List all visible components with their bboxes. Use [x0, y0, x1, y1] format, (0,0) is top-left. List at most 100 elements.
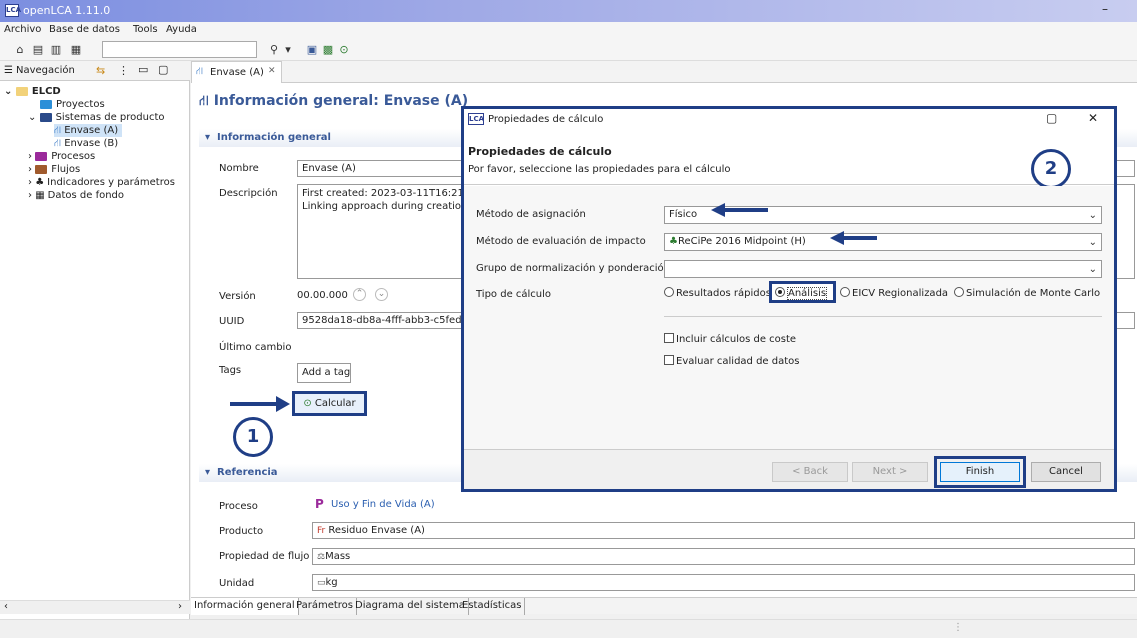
unit-icon: ▭ — [317, 578, 326, 588]
propiedad-field[interactable]: ⚖Mass — [312, 548, 1135, 565]
tab-envase-a[interactable]: ⛙ Envase (A) ✕ — [191, 61, 282, 83]
check-calidad-datos[interactable]: Evaluar calidad de datos — [664, 355, 800, 367]
scroll-left-icon[interactable]: ‹ — [4, 601, 8, 612]
annotation-step-1: 1 — [233, 417, 273, 457]
add-tag-button[interactable]: Add a tag — [297, 363, 351, 383]
label-proceso: Proceso — [219, 501, 258, 512]
label-tipo: Tipo de cálculo — [476, 289, 552, 300]
menu-tools[interactable]: Tools — [133, 24, 158, 35]
label-ultimo-cambio: Último cambio — [219, 342, 292, 353]
chevron-down-icon[interactable]: ▾ — [205, 129, 210, 147]
tree-item-envase-a[interactable]: ⛙ Envase (A) — [54, 124, 123, 137]
dropdown-icon[interactable]: ▾ — [282, 44, 294, 56]
search-icon[interactable]: ⚲ — [268, 44, 280, 56]
tree-item-datos-de-fondo[interactable]: › ▦ Datos de fondo — [28, 189, 124, 202]
normalizacion-select[interactable]: ⌄ — [664, 260, 1102, 278]
radio-analisis[interactable]: Análisis — [775, 287, 828, 300]
scroll-right-icon[interactable]: › — [178, 601, 182, 612]
calculation-properties-dialog: LCA Propiedades de cálculo ▢ ✕ Propiedad… — [461, 106, 1117, 492]
label-unidad: Unidad — [219, 578, 255, 589]
menu-ayuda[interactable]: Ayuda — [166, 24, 197, 35]
tree-item-procesos[interactable]: › Procesos — [28, 150, 95, 163]
close-icon[interactable]: ✕ — [268, 66, 276, 76]
tree-item-envase-b[interactable]: ⛙ Envase (B) — [54, 137, 118, 150]
run-icon[interactable]: ⊙ — [338, 44, 350, 56]
finish-button[interactable]: Finish — [940, 462, 1020, 482]
console-icon[interactable]: ▣ — [306, 44, 318, 56]
tree-item-indicadores[interactable]: › ♣ Indicadores y parámetros — [28, 176, 175, 189]
tab-parametros[interactable]: Parámetros — [293, 598, 357, 615]
annotation-arrowhead-1 — [276, 396, 290, 412]
tree-item-elcd[interactable]: ⌄ ELCD — [4, 85, 61, 98]
tree-item-flujos[interactable]: › Flujos — [28, 163, 80, 176]
check-incluir-coste[interactable]: Incluir cálculos de coste — [664, 333, 796, 345]
chevron-down-icon[interactable]: ▾ — [205, 464, 210, 482]
version-down-icon[interactable]: ⌄ — [375, 288, 388, 301]
checkbox-icon — [664, 333, 674, 343]
chevron-right-icon[interactable]: › — [28, 164, 32, 175]
export-excel-icon[interactable]: ▩ — [322, 44, 334, 56]
evaluacion-select[interactable]: ♣ReCiPe 2016 Midpoint (H) ⌄ — [664, 233, 1102, 251]
maximize-icon[interactable]: ▢ — [1046, 111, 1057, 125]
annotation-arrow-1 — [230, 402, 280, 406]
tree-item-proyectos[interactable]: Proyectos — [40, 98, 105, 111]
calcular-button[interactable]: ⊙ Calcular — [292, 391, 367, 416]
radio-eicv-regionalizada[interactable]: EICV Regionalizada — [840, 287, 948, 299]
next-button[interactable]: Next > — [852, 462, 928, 482]
maximize-view-icon[interactable]: ▢ — [158, 63, 168, 76]
chevron-down-icon[interactable]: ⌄ — [28, 112, 36, 123]
version-up-icon[interactable]: ⌃ — [353, 288, 366, 301]
openlca-logo-icon: LCA — [5, 4, 21, 17]
navigation-panel: ☰ Navegación ⇆ ⋮ ▭ ▢ ⌄ ELCD Proyectos ⌄ … — [0, 61, 190, 621]
navigation-icon: ☰ — [4, 65, 13, 76]
radio-icon — [840, 287, 850, 297]
label-evaluacion: Método de evaluación de impacto — [476, 236, 646, 247]
open-icon[interactable]: ▦ — [70, 44, 82, 56]
minimize-button[interactable]: – — [1097, 2, 1113, 18]
navigation-tab-label[interactable]: Navegación — [16, 65, 75, 76]
nav-horizontal-scrollbar[interactable]: ‹ › — [0, 600, 190, 614]
checkbox-icon — [664, 355, 674, 365]
menu-base-de-datos[interactable]: Base de datos — [49, 24, 120, 35]
search-input[interactable] — [102, 41, 257, 58]
dialog-separator — [664, 316, 1102, 317]
link-icon[interactable]: ⇆ — [96, 64, 105, 77]
annotation-arrow-asignacion — [724, 208, 768, 212]
menu-archivo[interactable]: Archivo — [4, 24, 41, 35]
product-system-icon: ⛙ — [199, 93, 209, 109]
tree-item-sistemas-de-producto[interactable]: ⌄ Sistemas de producto — [28, 111, 165, 124]
chevron-right-icon[interactable]: › — [28, 151, 32, 162]
chevron-down-icon[interactable]: ⌄ — [4, 86, 12, 97]
status-bar: ⋮ — [0, 619, 1137, 638]
folder-icon — [35, 151, 48, 161]
chevron-right-icon[interactable]: › — [28, 177, 32, 188]
tab-estadisticas[interactable]: Estadísticas — [459, 598, 526, 615]
minimize-view-icon[interactable]: ▭ — [138, 63, 148, 76]
cancel-button[interactable]: Cancel — [1031, 462, 1101, 482]
annotation-arrowhead-asignacion — [711, 203, 725, 217]
proceso-link[interactable]: Uso y Fin de Vida (A) — [331, 499, 435, 510]
label-propiedad: Propiedad de flujo — [219, 551, 310, 562]
chevron-right-icon[interactable]: › — [28, 190, 32, 201]
back-button[interactable]: < Back — [772, 462, 848, 482]
radio-monte-carlo[interactable]: Simulación de Monte Carlo — [954, 287, 1100, 299]
home-icon[interactable]: ⌂ — [14, 44, 26, 56]
unidad-field[interactable]: ▭kg — [312, 574, 1135, 591]
property-icon: ⚖ — [317, 552, 326, 562]
process-icon: P — [315, 497, 324, 511]
radio-resultados-rapidos[interactable]: Resultados rápidos — [664, 287, 771, 299]
run-icon: ⊙ — [303, 398, 312, 409]
save-icon[interactable]: ▤ — [32, 44, 44, 56]
chevron-down-icon: ⌄ — [1088, 264, 1097, 275]
producto-field[interactable]: Fr Residuo Envase (A) — [312, 522, 1135, 539]
indicators-icon: ♣ — [35, 177, 45, 188]
calcular-highlight: ⊙ Calcular — [292, 391, 367, 417]
dialog-body: Método de asignación Físico ⌄ Método de … — [464, 186, 1114, 452]
save-all-icon[interactable]: ▥ — [50, 44, 62, 56]
window-title: openLCA 1.11.0 — [23, 4, 111, 17]
tab-diagrama[interactable]: Diagrama del sistema — [352, 598, 469, 615]
folder-icon — [35, 164, 48, 174]
close-icon[interactable]: ✕ — [1088, 111, 1098, 125]
view-menu-icon[interactable]: ⋮ — [118, 64, 129, 77]
tab-informacion-general[interactable]: Información general — [191, 598, 299, 615]
